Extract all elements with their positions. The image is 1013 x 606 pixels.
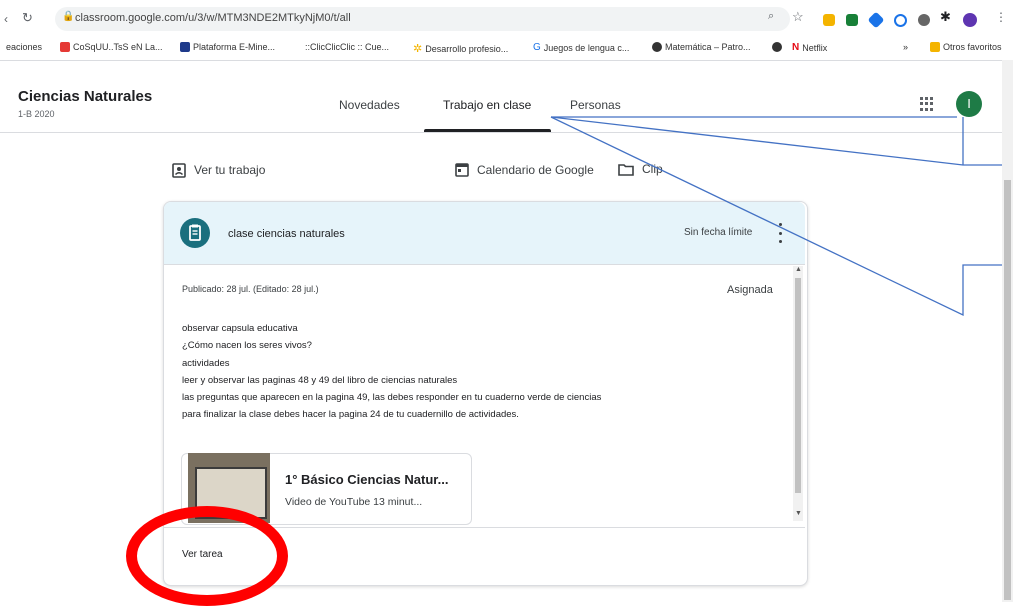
bookmark-item[interactable]	[772, 42, 785, 52]
more-bookmarks-icon[interactable]: »	[903, 42, 908, 52]
extension-icon[interactable]	[823, 14, 835, 26]
tab-personas[interactable]: Personas	[570, 98, 621, 112]
other-bookmarks[interactable]: Otros favoritos	[930, 42, 1002, 52]
bookmark-item[interactable]: N Netflix	[792, 42, 827, 53]
bookmarks-bar: eaciones CoSqUU..TsS eN La... Plataforma…	[0, 36, 1013, 61]
folder-icon	[618, 163, 634, 176]
profile-icon[interactable]	[963, 13, 977, 27]
zoom-icon[interactable]: ⌕	[768, 10, 774, 23]
view-your-work-link[interactable]: Ver tu trabajo	[172, 162, 265, 178]
apps-grid-icon[interactable]	[920, 97, 934, 111]
status-badge: Asignada	[727, 284, 773, 296]
lock-icon[interactable]: 🔒	[62, 11, 74, 22]
page-scrollbar-thumb[interactable]	[1004, 180, 1011, 600]
bookmark-icon	[180, 42, 190, 52]
bookmark-item[interactable]: ✲ Desarrollo profesio...	[413, 42, 508, 55]
star-icon[interactable]: ☆	[792, 9, 804, 25]
scroll-down-icon[interactable]: ▼	[795, 510, 802, 517]
due-date: Sin fecha límite	[684, 227, 753, 238]
bookmark-item[interactable]: ::ClicClicClic :: Cue...	[305, 42, 389, 52]
attachment-title[interactable]: 1° Básico Ciencias Natur...	[285, 472, 448, 487]
bookmark-icon: ✲	[413, 43, 423, 55]
calendar-icon	[455, 163, 469, 177]
view-your-work-label: Ver tu trabajo	[194, 163, 266, 177]
description-line: actividades	[182, 357, 230, 369]
assignment-icon	[180, 218, 210, 248]
google-calendar-link[interactable]: Calendario de Google	[455, 162, 594, 177]
more-options-icon[interactable]	[779, 223, 783, 243]
bookmark-item[interactable]: eaciones	[6, 42, 42, 52]
back-icon[interactable]: ‹	[4, 12, 8, 26]
extension-icon[interactable]	[918, 14, 930, 26]
bookmark-item[interactable]: G Juegos de lengua c...	[533, 42, 629, 53]
description-line: las preguntas que aparecen en la pagina …	[182, 392, 602, 404]
attachment-subtitle: Video de YouTube 13 minut...	[285, 496, 423, 508]
scroll-up-icon[interactable]: ▲	[795, 266, 802, 273]
annotation-red-circle	[126, 506, 288, 606]
bookmark-icon	[60, 42, 70, 52]
tab-trabajo-en-clase[interactable]: Trabajo en clase	[443, 98, 531, 112]
assignment-title[interactable]: clase ciencias naturales	[228, 228, 345, 240]
description-line: observar capsula educativa	[182, 323, 298, 334]
assignment-ind-icon	[172, 163, 186, 178]
puzzle-icon[interactable]: ✱	[940, 9, 951, 25]
description-line: para finalizar la clase debes hacer la p…	[182, 409, 519, 421]
netflix-icon: N	[792, 42, 800, 53]
extension-icon[interactable]	[894, 14, 907, 27]
bookmark-item[interactable]: Plataforma E-Mine...	[180, 42, 275, 52]
description-line: leer y observar las paginas 48 y 49 del …	[182, 374, 458, 386]
tab-novedades[interactable]: Novedades	[339, 98, 400, 112]
menu-icon[interactable]: ⋮	[995, 10, 1007, 24]
course-section: 1-B 2020	[18, 109, 55, 119]
google-calendar-label: Calendario de Google	[477, 162, 594, 177]
description-line: ¿Cómo nacen los seres vivos?	[182, 340, 312, 352]
classroom-folder-label: Clip	[642, 162, 663, 176]
classroom-folder-link[interactable]: Clip	[618, 162, 663, 176]
reload-icon[interactable]: ↻	[22, 10, 33, 26]
active-tab-indicator	[424, 129, 551, 132]
bookmark-icon	[652, 42, 662, 52]
course-title[interactable]: Ciencias Naturales	[18, 88, 152, 105]
extension-icon[interactable]	[846, 14, 858, 26]
bookmark-item[interactable]: Matemática – Patro...	[652, 42, 751, 52]
avatar[interactable]: I	[956, 91, 982, 117]
card-scrollbar-thumb[interactable]	[795, 278, 801, 493]
bookmark-item[interactable]: CoSqUU..TsS eN La...	[60, 42, 163, 52]
bookmark-icon	[772, 42, 782, 52]
assignment-description: observar capsula educativa ¿Cómo nacen l…	[182, 320, 601, 424]
published-date: Publicado: 28 jul. (Editado: 28 jul.)	[182, 284, 319, 294]
url-text[interactable]: classroom.google.com/u/3/w/MTM3NDE2MTkyN…	[75, 12, 351, 24]
folder-icon	[930, 42, 940, 52]
bookmark-icon: G	[533, 42, 541, 53]
